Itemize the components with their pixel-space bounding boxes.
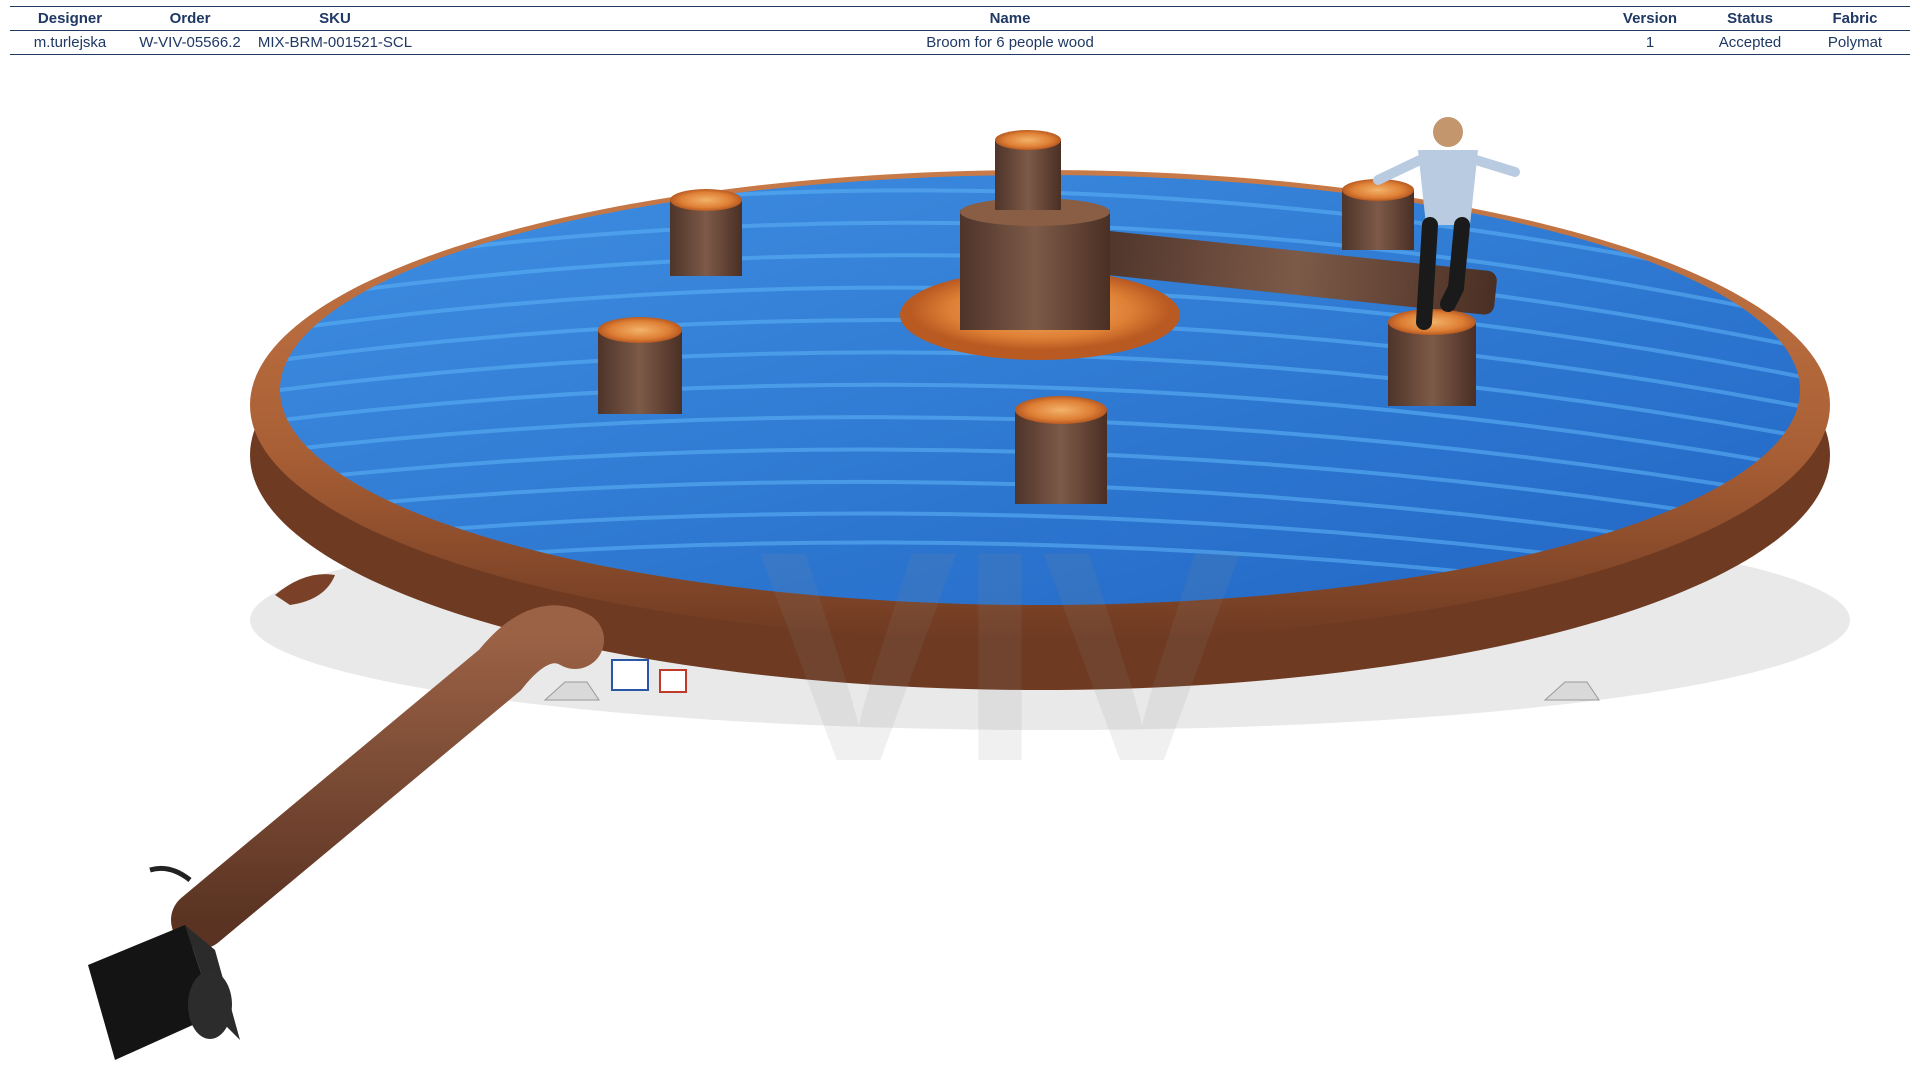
cell-order: W-VIV-05566.2	[130, 30, 250, 55]
watermark-text: VIV	[758, 488, 1243, 824]
stump-top-center	[995, 130, 1061, 210]
stump-right-mid	[1388, 309, 1476, 406]
header-order: Order	[130, 6, 250, 31]
cell-fabric: Polymat	[1800, 30, 1910, 55]
header-version: Version	[1600, 6, 1700, 31]
cell-status: Accepted	[1700, 30, 1800, 55]
blower	[88, 925, 240, 1060]
stump-left-top	[670, 189, 742, 276]
cell-sku: MIX-BRM-001521-SCL	[250, 30, 420, 55]
inflatable-render-svg: VIV	[88, 117, 1850, 1060]
header-name: Name	[420, 6, 1600, 31]
cell-name: Broom for 6 people wood	[420, 30, 1600, 55]
spec-table-header-row: Designer Order SKU Name Version Status F…	[10, 6, 1910, 31]
table-row: m.turlejska W-VIV-05566.2 MIX-BRM-001521…	[10, 30, 1910, 55]
header-sku: SKU	[250, 6, 420, 31]
cell-designer: m.turlejska	[10, 30, 130, 55]
label-sticker-1	[611, 659, 649, 691]
label-sticker-2	[659, 669, 687, 693]
header-designer: Designer	[10, 6, 130, 31]
tube-strap	[149, 865, 192, 882]
stump-right-top	[1342, 179, 1414, 250]
product-render: VIV	[0, 60, 1920, 1080]
stump-left-mid	[598, 317, 682, 414]
header-fabric: Fabric	[1800, 6, 1910, 31]
cell-version: 1	[1600, 30, 1700, 55]
spec-table: Designer Order SKU Name Version Status F…	[10, 6, 1910, 55]
header-status: Status	[1700, 6, 1800, 31]
